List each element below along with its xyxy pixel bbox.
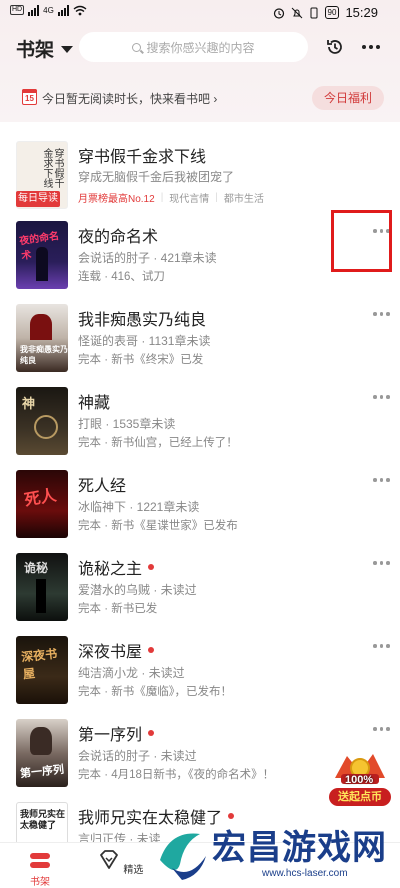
book-cover: 夜的命名术 [16, 221, 68, 289]
coin-percent: 100% [345, 774, 374, 786]
book-author-progress: 打眼 · 1535章未读 [78, 417, 176, 431]
shelf-switcher[interactable]: 书架 [16, 35, 74, 62]
coin-reward-widget[interactable]: 100% 送起点币 [327, 748, 393, 808]
book-cover: 神 [16, 387, 68, 455]
book-cover: 第一序列 [16, 719, 68, 787]
hd-icon: HD [10, 5, 25, 15]
book-author-progress: 爱潜水的乌贼 · 未读过 [78, 583, 197, 597]
watermark-logo [160, 833, 206, 880]
alarm-icon [273, 7, 284, 19]
highlight-annotation [331, 210, 392, 272]
mute-icon [291, 7, 302, 18]
tab-bookshelf[interactable]: 书架 [15, 849, 65, 888]
cover-text: 穿书假千金求下线 [41, 148, 63, 188]
book-status: 完本 · 新书《魔临》，已发布！ [78, 686, 232, 698]
diamond-icon [99, 850, 118, 869]
book-title: 神藏 [78, 395, 111, 412]
coin-label: 送起点币 [329, 788, 391, 806]
book-desc: 穿成无脑假千金后我被团宠了 [78, 170, 235, 184]
history-icon[interactable] [325, 37, 345, 57]
book-cover: 我非痴愚实乃纯良 [16, 304, 68, 372]
book-author-progress: 怪诞的表哥 · 1131章未读 [78, 334, 211, 348]
notice-text: 今日暂无阅读时长，快来看书吧 › [42, 92, 218, 106]
book-status: 完本 · 新书《星谍世家》已发布 [78, 520, 238, 532]
subgenre-tag: 都市生活 [223, 194, 264, 205]
daily-bonus-button[interactable]: 今日福利 [312, 86, 384, 110]
battery-indicator: 90 [324, 6, 340, 19]
book-status: 完本 · 4月18日新书，《夜的命名术》！ [78, 769, 275, 781]
book-item[interactable]: 我非痴愚实乃纯良 我非痴愚实乃纯良 怪诞的表哥 · 1131章未读 完本 · 新… [0, 304, 400, 384]
signal-icon [28, 4, 40, 16]
more-icon[interactable] [373, 395, 390, 399]
book-cover: 我师兄实在 太稳健了 [16, 802, 68, 842]
wifi-icon [73, 5, 87, 15]
tab-featured-label: 精选 [123, 865, 144, 876]
signal-icon-2 [57, 4, 69, 16]
book-status: 连载 · 416、试刀 [78, 271, 165, 283]
book-item[interactable]: 神 神藏 打眼 · 1535章未读 完本 · 新书仙宫，已经上传了！ [0, 387, 400, 467]
watermark: 宏昌游戏网 www.hcs-laser.com [150, 818, 400, 888]
app-header: 书架 搜索你感兴趣的内容 [0, 32, 400, 62]
update-dot [148, 647, 155, 653]
update-dot [148, 564, 155, 570]
book-cover: 深夜书屋 [16, 636, 68, 704]
book-author-progress: 言归正传 · 未读 [78, 832, 161, 842]
search-icon [132, 42, 142, 52]
book-title: 穿书假千金求下线 [78, 149, 207, 166]
book-title: 我非痴愚实乃纯良 [78, 312, 207, 329]
book-status: 完本 · 新书已发 [78, 603, 158, 615]
tab-featured[interactable]: 精选 [95, 849, 145, 876]
chevron-down-icon [61, 46, 74, 53]
featured-book[interactable]: 穿书假千金求下线 每日导读 穿书假千金求下线 穿成无脑假千金后我被团宠了 月票榜… [0, 141, 400, 221]
rank-tag: 月票榜最高No.12 [78, 194, 155, 205]
bookshelf-icon [28, 849, 52, 871]
book-cover: 诡秘 [16, 553, 68, 621]
book-title: 第一序列 [78, 721, 155, 745]
book-title: 死人经 [78, 478, 127, 495]
book-status: 完本 · 新书仙宫，已经上传了！ [78, 437, 238, 449]
search-input[interactable]: 搜索你感兴趣的内容 [79, 32, 308, 62]
book-item[interactable]: 深夜书屋 深夜书屋 纯洁滴小龙 · 未读过 完本 · 新书《魔临》，已发布！ [0, 636, 400, 716]
update-dot [148, 730, 155, 736]
more-icon[interactable] [373, 644, 390, 648]
page-title: 书架 [16, 40, 55, 61]
more-icon[interactable] [373, 561, 390, 565]
tab-bookshelf-label: 书架 [30, 877, 50, 888]
book-title: 深夜书屋 [78, 638, 155, 662]
search-placeholder: 搜索你感兴趣的内容 [146, 40, 255, 55]
reading-notice[interactable]: 15 今日暂无阅读时长，快来看书吧 › 今日福利 [0, 84, 400, 112]
book-author-progress: 冰临神下 · 1221章未读 [78, 500, 200, 514]
book-status: 完本 · 新书《终宋》已发 [78, 354, 204, 366]
book-item[interactable]: 诡秘 诡秘之主 爱潜水的乌贼 · 未读过 完本 · 新书已发 [0, 553, 400, 633]
daily-guide-badge: 每日导读 [16, 191, 60, 207]
clock: 15:29 [345, 5, 378, 20]
more-menu-icon[interactable] [362, 45, 380, 49]
book-item[interactable]: 死人 死人经 冰临神下 · 1221章未读 完本 · 新书《星谍世家》已发布 [0, 470, 400, 550]
book-author-progress: 纯洁滴小龙 · 未读过 [78, 666, 185, 680]
book-tags: 月票榜最高No.12 | 现代言情 | 都市生活 [78, 192, 264, 205]
calendar-icon: 15 [22, 89, 37, 105]
book-title: 夜的命名术 [78, 229, 159, 246]
book-title: 诡秘之主 [78, 555, 155, 579]
book-author-progress: 会说话的肘子 · 421章未读 [78, 251, 217, 265]
watermark-text: 宏昌游戏网 [212, 828, 387, 868]
more-icon[interactable] [373, 478, 390, 482]
book-author-progress: 会说话的肘子 · 未读过 [78, 749, 197, 763]
more-icon[interactable] [373, 312, 390, 316]
status-bar: HD 4G 90 15:29 [0, 0, 400, 28]
genre-tag: 现代言情 [169, 194, 210, 205]
book-cover: 死人 [16, 470, 68, 538]
more-icon[interactable] [373, 727, 390, 731]
vibrate-icon [310, 7, 318, 18]
watermark-url: www.hcs-laser.com [262, 868, 348, 879]
network-label: 4G [43, 5, 54, 15]
